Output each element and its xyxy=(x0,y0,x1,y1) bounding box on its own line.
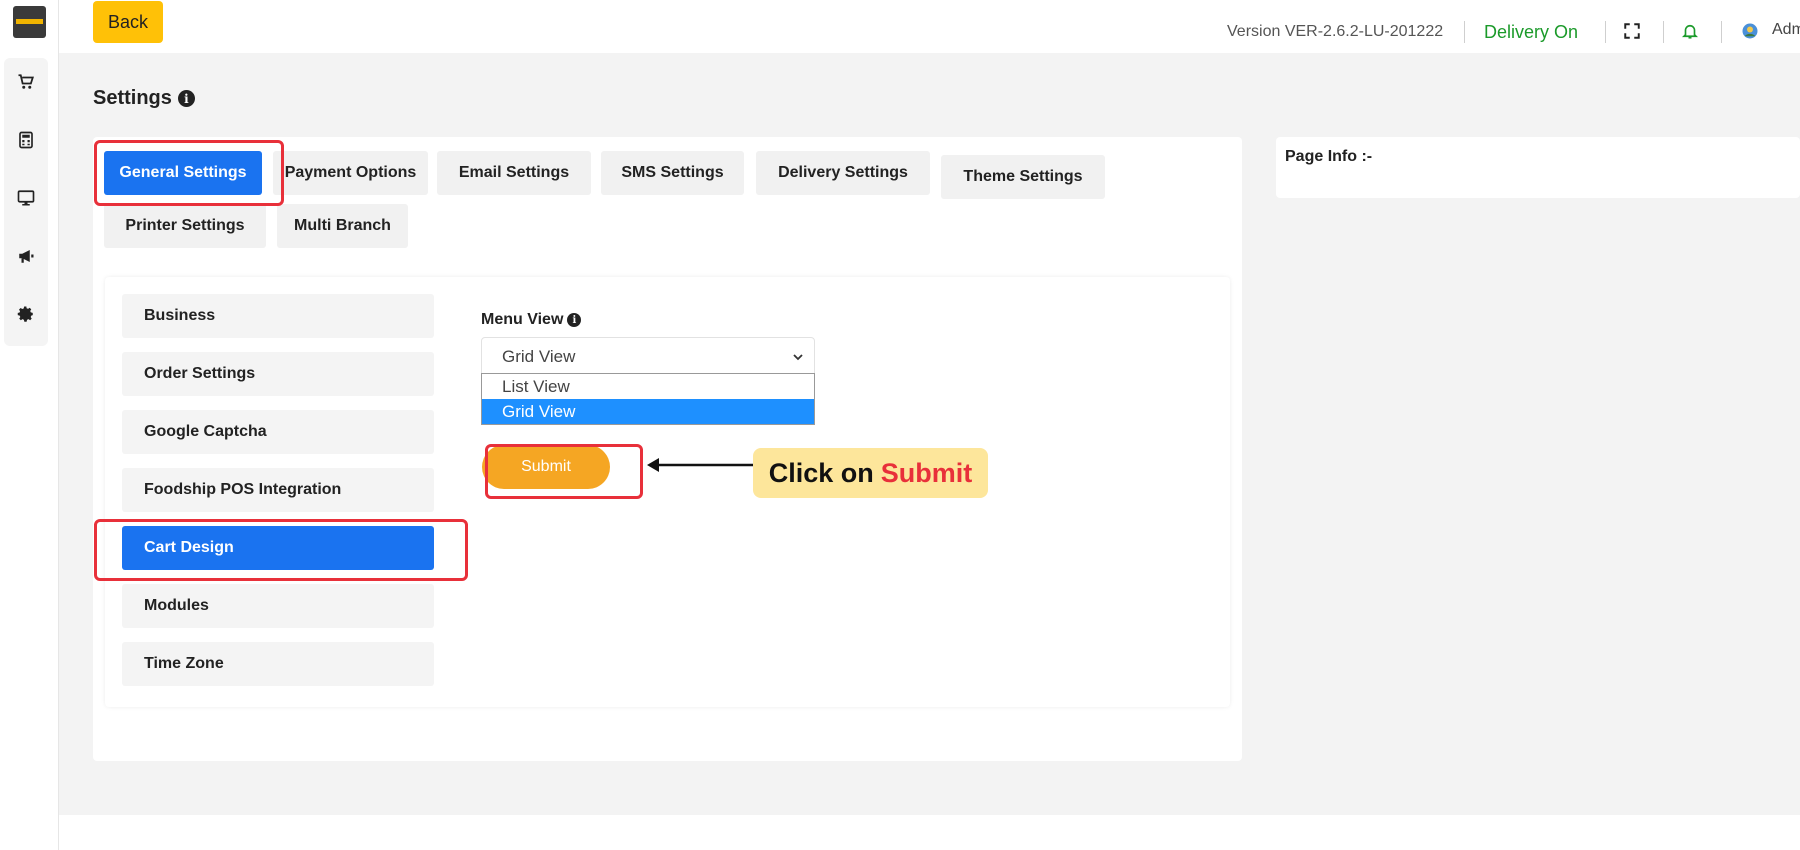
arrow-icon xyxy=(647,458,753,472)
annotation-text: Click on xyxy=(768,457,874,488)
info-icon[interactable]: i xyxy=(567,313,582,327)
side-item-business[interactable]: Business xyxy=(122,294,434,338)
settings-card: General Settings Payment Options Email S… xyxy=(93,137,1242,761)
tab-payment-options[interactable]: Payment Options xyxy=(273,151,428,195)
main-content: Settings i General Settings Payment Opti… xyxy=(59,53,1800,815)
side-item-order-settings[interactable]: Order Settings xyxy=(122,352,434,396)
menu-view-selected-value: Grid View xyxy=(502,347,576,366)
divider xyxy=(1663,21,1664,43)
app-logo[interactable] xyxy=(13,6,46,38)
tab-email-settings[interactable]: Email Settings xyxy=(437,151,591,195)
divider xyxy=(1464,21,1465,43)
page-info-panel: Page Info :- xyxy=(1276,137,1800,198)
user-avatar-icon[interactable] xyxy=(1739,20,1761,42)
fullscreen-icon[interactable] xyxy=(1621,20,1643,42)
gear-icon[interactable] xyxy=(4,292,48,336)
side-item-time-zone[interactable]: Time Zone xyxy=(122,642,434,686)
bell-icon[interactable] xyxy=(1679,20,1701,42)
cart-icon[interactable] xyxy=(4,60,48,104)
annotation-highlight: Submit xyxy=(880,457,973,488)
menu-view-label: Menu View i xyxy=(481,311,582,329)
menu-view-label-text: Menu View xyxy=(481,311,564,328)
annotation-callout: Click on Submit xyxy=(753,448,988,498)
side-item-modules[interactable]: Modules xyxy=(122,584,434,628)
user-name[interactable]: Adm xyxy=(1772,21,1800,39)
delivery-status[interactable]: Delivery On xyxy=(1484,22,1578,43)
top-bar: Back Version VER-2.6.2-LU-201222 Deliver… xyxy=(59,0,1800,53)
side-item-foodship-pos-integration[interactable]: Foodship POS Integration xyxy=(122,468,434,512)
page-title: Settings i xyxy=(93,87,195,110)
calculator-icon[interactable] xyxy=(4,118,48,162)
megaphone-icon[interactable] xyxy=(4,234,48,278)
tab-theme-settings[interactable]: Theme Settings xyxy=(941,155,1105,199)
sidebar xyxy=(0,0,59,850)
sidebar-nav xyxy=(4,58,48,346)
submit-button[interactable]: Submit xyxy=(482,445,610,489)
tab-printer-settings[interactable]: Printer Settings xyxy=(104,204,266,248)
back-button[interactable]: Back xyxy=(93,1,163,43)
menu-view-dropdown: List View Grid View xyxy=(481,373,815,425)
info-icon[interactable]: i xyxy=(177,90,195,107)
chevron-down-icon xyxy=(793,354,803,361)
side-item-google-captcha[interactable]: Google Captcha xyxy=(122,410,434,454)
page-info-label: Page Info :- xyxy=(1285,148,1373,165)
tab-general-settings[interactable]: General Settings xyxy=(104,151,262,195)
monitor-icon[interactable] xyxy=(4,176,48,220)
tab-multi-branch[interactable]: Multi Branch xyxy=(277,204,408,248)
footer xyxy=(59,815,1800,850)
version-label: Version VER-2.6.2-LU-201222 xyxy=(1227,23,1444,40)
side-item-cart-design[interactable]: Cart Design xyxy=(122,526,434,570)
option-grid-view[interactable]: Grid View xyxy=(482,399,814,424)
divider xyxy=(1721,21,1722,43)
page-title-text: Settings xyxy=(93,87,172,109)
settings-panel: Business Order Settings Google Captcha F… xyxy=(105,277,1230,707)
option-list-view[interactable]: List View xyxy=(482,374,814,399)
tab-delivery-settings[interactable]: Delivery Settings xyxy=(756,151,930,195)
divider xyxy=(1605,21,1606,43)
tab-sms-settings[interactable]: SMS Settings xyxy=(601,151,744,195)
menu-view-select[interactable]: Grid View xyxy=(481,337,815,377)
